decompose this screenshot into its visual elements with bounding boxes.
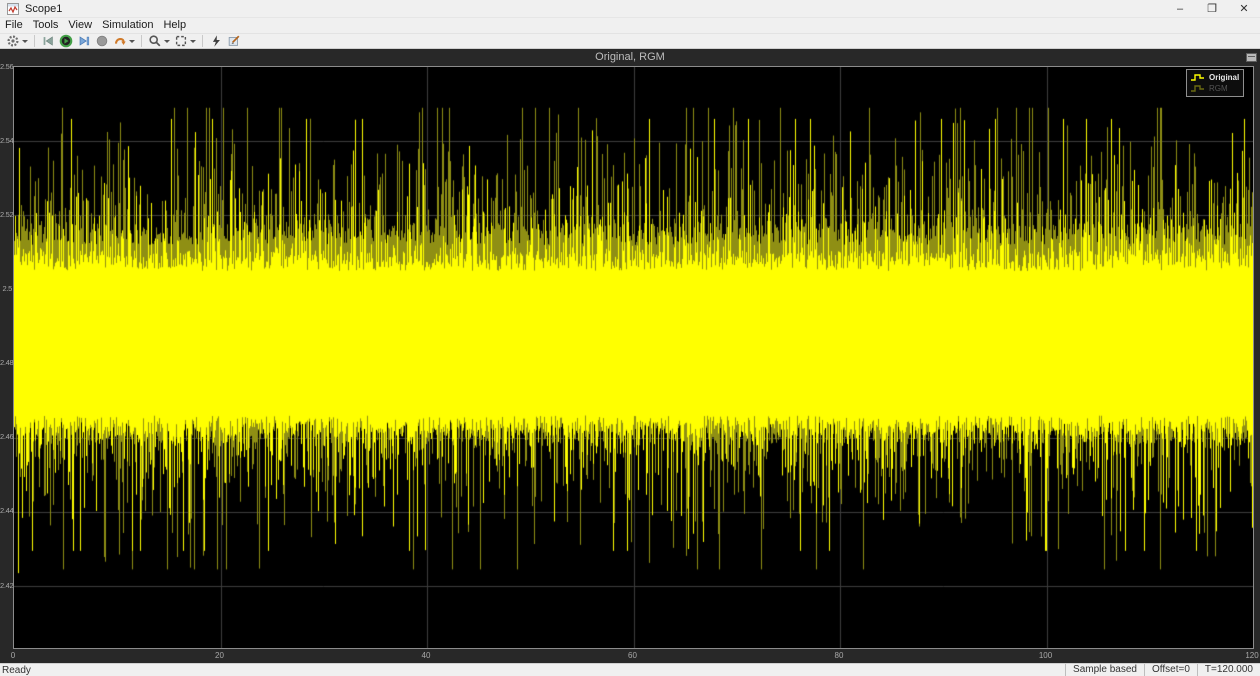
status-bar: Ready Sample based Offset=0 T=120.000 — [0, 663, 1260, 676]
status-right-panel: Sample based Offset=0 T=120.000 — [1065, 664, 1260, 676]
y-tick-label: 2.54 — [0, 136, 12, 145]
settings-gear-icon — [6, 34, 20, 48]
fit-to-view-button[interactable] — [172, 34, 198, 48]
legend-label-original: Original — [1209, 73, 1239, 82]
status-ready: Ready — [0, 665, 31, 676]
menu-view[interactable]: View — [63, 18, 97, 33]
y-tick-label: 2.48 — [0, 358, 12, 367]
fit-to-view-icon — [174, 34, 188, 48]
plot-title: Original, RGM — [0, 51, 1260, 63]
plot-axes[interactable] — [13, 66, 1254, 649]
run-icon — [59, 34, 73, 48]
y-tick-label: 2.46 — [0, 432, 12, 441]
highlight-block-button[interactable] — [111, 34, 137, 48]
signal-editor-icon — [227, 34, 241, 48]
toolbar-separator — [202, 35, 203, 47]
status-sample-mode: Sample based — [1065, 664, 1144, 676]
toolbar — [0, 33, 1260, 49]
status-time: T=120.000 — [1197, 664, 1260, 676]
highlight-block-icon — [113, 34, 127, 48]
signal-editor-button[interactable] — [225, 34, 243, 48]
menu-bar: File Tools View Simulation Help — [0, 18, 1260, 33]
x-tick-label: 60 — [618, 651, 648, 660]
x-tick-label: 40 — [411, 651, 441, 660]
menu-help[interactable]: Help — [158, 18, 191, 33]
x-tick-label: 80 — [824, 651, 854, 660]
step-back-button[interactable] — [39, 34, 57, 48]
scope-app-icon — [7, 3, 19, 15]
y-tick-label: 2.44 — [0, 506, 12, 515]
signal-plot-canvas — [14, 67, 1253, 648]
stop-icon — [95, 34, 109, 48]
zoom-dropdown-caret — [164, 40, 170, 43]
maximize-axes-button[interactable] — [1246, 53, 1257, 62]
stop-button[interactable] — [93, 34, 111, 48]
title-bar: Scope1 – ❐ ✕ — [0, 0, 1260, 18]
trigger-bolt-icon — [209, 34, 223, 48]
menu-tools[interactable]: Tools — [28, 18, 64, 33]
maximize-button[interactable]: ❐ — [1196, 0, 1228, 18]
fit-to-view-dropdown-caret — [190, 40, 196, 43]
run-button[interactable] — [57, 34, 75, 48]
settings-dropdown-caret — [22, 40, 28, 43]
scope-window: { "window": { "title": "Scope1", "contro… — [0, 0, 1260, 676]
legend-item-rgm[interactable]: RGM — [1190, 83, 1240, 94]
y-tick-label: 2.5 — [0, 284, 12, 293]
legend-label-rgm: RGM — [1209, 84, 1228, 93]
close-button[interactable]: ✕ — [1228, 0, 1260, 18]
trigger-button[interactable] — [207, 34, 225, 48]
settings-button[interactable] — [4, 34, 30, 48]
scope-display: Original, RGM 2.56 2.54 2.52 2.5 2.48 2.46 2.4… — [0, 49, 1260, 663]
x-tick-label: 0 — [0, 651, 28, 660]
legend: Original RGM — [1186, 69, 1244, 97]
y-tick-label: 2.52 — [0, 210, 12, 219]
minimize-button[interactable]: – — [1164, 0, 1196, 18]
x-tick-label: 120 — [1237, 651, 1260, 660]
menu-simulation[interactable]: Simulation — [97, 18, 158, 33]
original-line-icon — [1190, 73, 1205, 82]
window-controls: – ❐ ✕ — [1164, 0, 1260, 18]
rgm-line-icon — [1190, 84, 1205, 93]
step-forward-icon — [77, 34, 91, 48]
legend-item-original[interactable]: Original — [1190, 72, 1240, 83]
menu-file[interactable]: File — [0, 18, 28, 33]
step-forward-button[interactable] — [75, 34, 93, 48]
window-title: Scope1 — [25, 3, 62, 15]
y-tick-label: 2.56 — [0, 62, 12, 71]
zoom-icon — [148, 34, 162, 48]
zoom-button[interactable] — [146, 34, 172, 48]
y-tick-label: 2.42 — [0, 581, 12, 590]
toolbar-separator — [141, 35, 142, 47]
step-back-icon — [41, 34, 55, 48]
status-offset: Offset=0 — [1144, 664, 1197, 676]
x-tick-label: 20 — [205, 651, 235, 660]
x-tick-label: 100 — [1031, 651, 1061, 660]
toolbar-separator — [34, 35, 35, 47]
highlight-block-dropdown-caret — [129, 40, 135, 43]
